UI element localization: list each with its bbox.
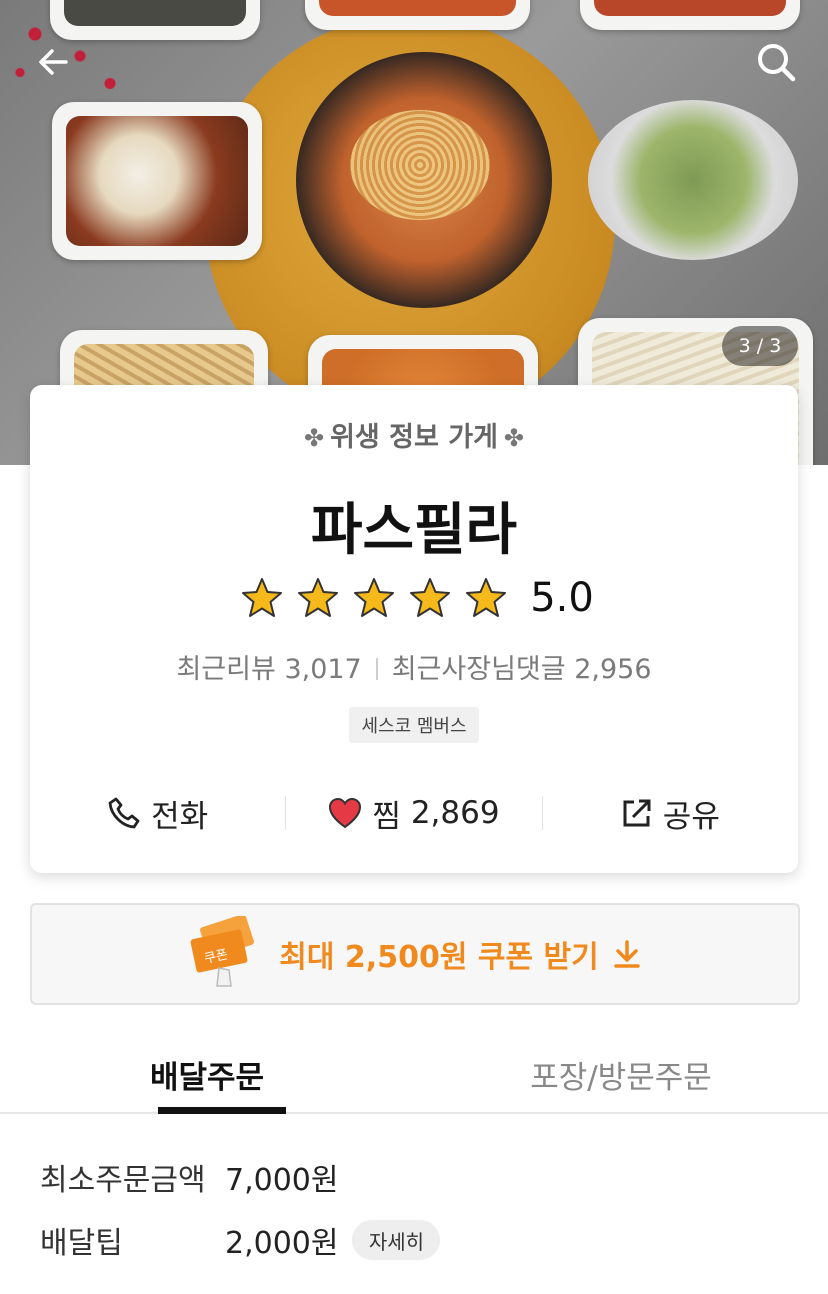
star-icon: [242, 578, 283, 617]
divider: [375, 658, 378, 680]
leaf-right-icon: ✤: [503, 424, 525, 452]
hero-pasta: [350, 110, 490, 220]
hero-tray: [52, 102, 262, 260]
tab-delivery-label: 배달주문: [149, 1060, 265, 1096]
order-type-tabs: 배달주문 포장/방문주문: [0, 1030, 828, 1114]
member-tag: 세스코 멤버스: [349, 707, 479, 743]
share-icon: [623, 799, 651, 827]
tab-delivery[interactable]: 배달주문: [0, 1030, 414, 1114]
min-order-label: 최소주문금액: [40, 1163, 206, 1198]
delivery-tip-value: 2,000원: [225, 1226, 339, 1261]
rating-score: 5.0: [530, 575, 594, 621]
phone-icon: [108, 797, 140, 829]
star-rating: [234, 576, 514, 620]
hygiene-badge[interactable]: ✤ 위생 정보 가게 ✤: [30, 415, 798, 454]
star-icon: [466, 578, 507, 617]
coupon-text: 최대 2,500원 쿠폰 받기: [279, 940, 599, 975]
delivery-tip-label: 배달팁: [40, 1226, 123, 1261]
store-actions: 전화 찜 2,869 공유: [30, 783, 798, 843]
like-count: 2,869: [410, 795, 500, 831]
download-arrow-icon: [613, 940, 640, 968]
delivery-tip-row: 배달팁 2,000원 자세히: [40, 1218, 441, 1262]
hero-salad-bowl: [588, 100, 798, 260]
image-page-indicator: 3 / 3: [722, 326, 798, 366]
coupon-ticket-icon: 쿠폰: [190, 916, 255, 987]
like-button[interactable]: 찜 2,869: [286, 783, 541, 843]
active-tab-indicator: [158, 1107, 286, 1114]
min-order-row: 최소주문금액 7,000원: [40, 1155, 338, 1199]
store-info-card: ✤ 위생 정보 가게 ✤ 파스필라 5.0 최근리뷰 3,017 최근사장님댓글 2,…: [30, 385, 798, 873]
star-icon: [354, 578, 395, 617]
hygiene-badge-label: 위생 정보 가게: [330, 422, 498, 453]
arrow-left-icon: [39, 49, 68, 75]
recent-reviews-label: 최근리뷰: [176, 654, 276, 685]
star-icon: [298, 578, 339, 617]
tab-takeout[interactable]: 포장/방문주문: [414, 1030, 828, 1112]
call-button[interactable]: 전화: [30, 783, 285, 843]
like-label: 찜: [372, 798, 401, 835]
share-label: 공유: [662, 798, 720, 835]
hero-tray: [580, 0, 800, 30]
coupon-download-button[interactable]: 쿠폰 최대 2,500원 쿠폰 받기: [30, 903, 800, 1005]
search-icon: [758, 44, 796, 82]
recent-reviews-count: 3,017: [284, 654, 362, 685]
leaf-left-icon: ✤: [303, 424, 325, 452]
min-order-value: 7,000원: [225, 1163, 339, 1198]
heart-icon: [329, 797, 362, 829]
back-button[interactable]: [26, 34, 82, 90]
call-label: 전화: [151, 798, 209, 835]
review-stats[interactable]: 최근리뷰 3,017 최근사장님댓글 2,956: [30, 647, 798, 686]
owner-replies-label: 최근사장님댓글: [391, 654, 566, 685]
delivery-tip-detail-button[interactable]: 자세히: [352, 1220, 441, 1260]
tab-takeout-label: 포장/방문주문: [530, 1060, 712, 1096]
share-button[interactable]: 공유: [543, 783, 798, 843]
hero-tray: [305, 0, 530, 30]
star-icon: [410, 578, 451, 617]
owner-replies-count: 2,956: [574, 654, 652, 685]
rating: 5.0: [30, 575, 798, 621]
store-name: 파스필라: [310, 498, 518, 563]
search-button[interactable]: [748, 34, 804, 90]
